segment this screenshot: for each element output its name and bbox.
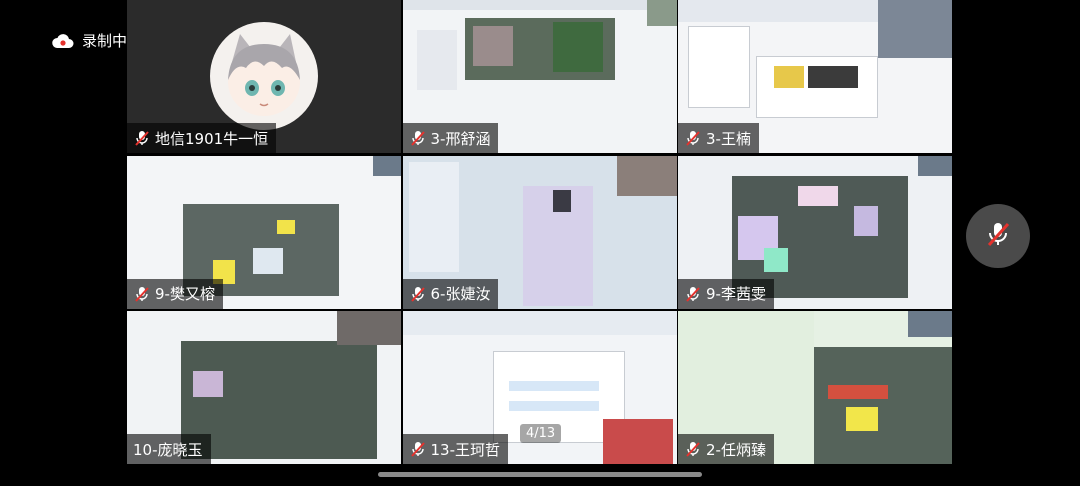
participant-label: 10-庞晓玉 — [127, 434, 211, 464]
mic-muted-icon — [133, 285, 151, 303]
mic-muted-icon — [684, 129, 702, 147]
participant-label: 9-李茜雯 — [678, 278, 774, 309]
avatar — [210, 22, 318, 130]
participant-tile[interactable]: 10-庞晓玉 — [127, 311, 401, 464]
mute-toggle-button[interactable] — [966, 204, 1030, 268]
cloud-record-icon — [52, 33, 74, 49]
participant-label: 3-邢舒涵 — [402, 123, 499, 153]
participant-tile[interactable]: 地信1901牛一恒 — [127, 0, 401, 153]
mic-muted-icon — [409, 285, 427, 303]
participant-label: 2-任炳臻 — [678, 434, 774, 464]
participant-label: 地信1901牛一恒 — [127, 123, 277, 153]
participant-name: 10-庞晓玉 — [133, 440, 203, 459]
participant-name: 13-王珂哲 — [430, 440, 501, 459]
participant-tile[interactable]: 9-李茜雯 — [678, 155, 952, 309]
mic-muted-icon — [409, 440, 427, 458]
participant-label: 3-王楠 — [678, 123, 759, 153]
recording-indicator: 录制中 — [52, 30, 127, 51]
participant-label: 13-王珂哲 — [402, 434, 508, 464]
participant-name: 9-樊又榕 — [155, 285, 215, 303]
mic-muted-icon — [684, 440, 702, 458]
participant-name: 3-王楠 — [706, 129, 751, 148]
mic-muted-icon — [133, 129, 151, 147]
participant-name: 2-任炳臻 — [706, 440, 766, 459]
participant-name: 9-李茜雯 — [706, 285, 766, 303]
participant-name: 3-邢舒涵 — [430, 129, 491, 148]
video-grid: 地信1901牛一恒 3-邢舒涵 3-王楠 9-樊又榕 6-张婕汝 9-李茜雯 1… — [127, 0, 952, 464]
participant-name: 地信1901牛一恒 — [155, 129, 269, 148]
participant-tile[interactable]: 9-樊又榕 — [127, 155, 401, 309]
mic-muted-icon — [409, 129, 427, 147]
home-indicator[interactable] — [378, 472, 702, 477]
participant-label: 6-张婕汝 — [402, 278, 499, 309]
recording-label: 录制中 — [82, 32, 128, 50]
participant-name: 6-张婕汝 — [430, 285, 491, 303]
mic-muted-icon — [983, 219, 1013, 253]
participant-tile[interactable]: 2-任炳臻 — [678, 311, 952, 464]
participant-tile[interactable]: 3-王楠 — [678, 0, 952, 153]
participant-label: 9-樊又榕 — [127, 278, 223, 309]
page-indicator: 4/13 — [520, 424, 562, 443]
participant-tile[interactable]: 6-张婕汝 — [402, 155, 677, 309]
mic-muted-icon — [684, 285, 702, 303]
participant-tile[interactable]: 3-邢舒涵 — [402, 0, 677, 153]
